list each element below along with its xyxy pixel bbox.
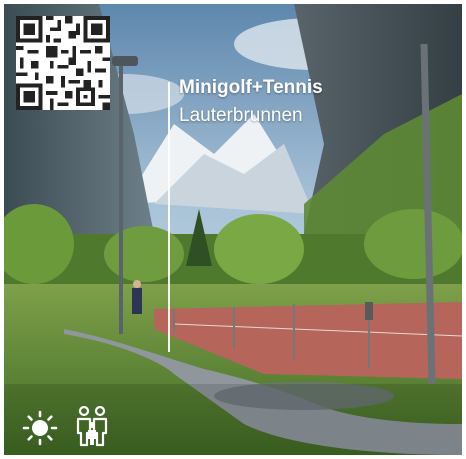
family-icon <box>76 406 108 447</box>
sun-icon <box>22 410 58 446</box>
card-title: Minigolf+Tennis <box>179 77 323 98</box>
card-subtitle: Lauterbrunnen <box>179 105 303 126</box>
title-divider <box>168 82 170 352</box>
attraction-card[interactable]: Minigolf+Tennis Lauterbrunnen <box>4 4 462 455</box>
qr-code-icon[interactable] <box>16 16 110 110</box>
